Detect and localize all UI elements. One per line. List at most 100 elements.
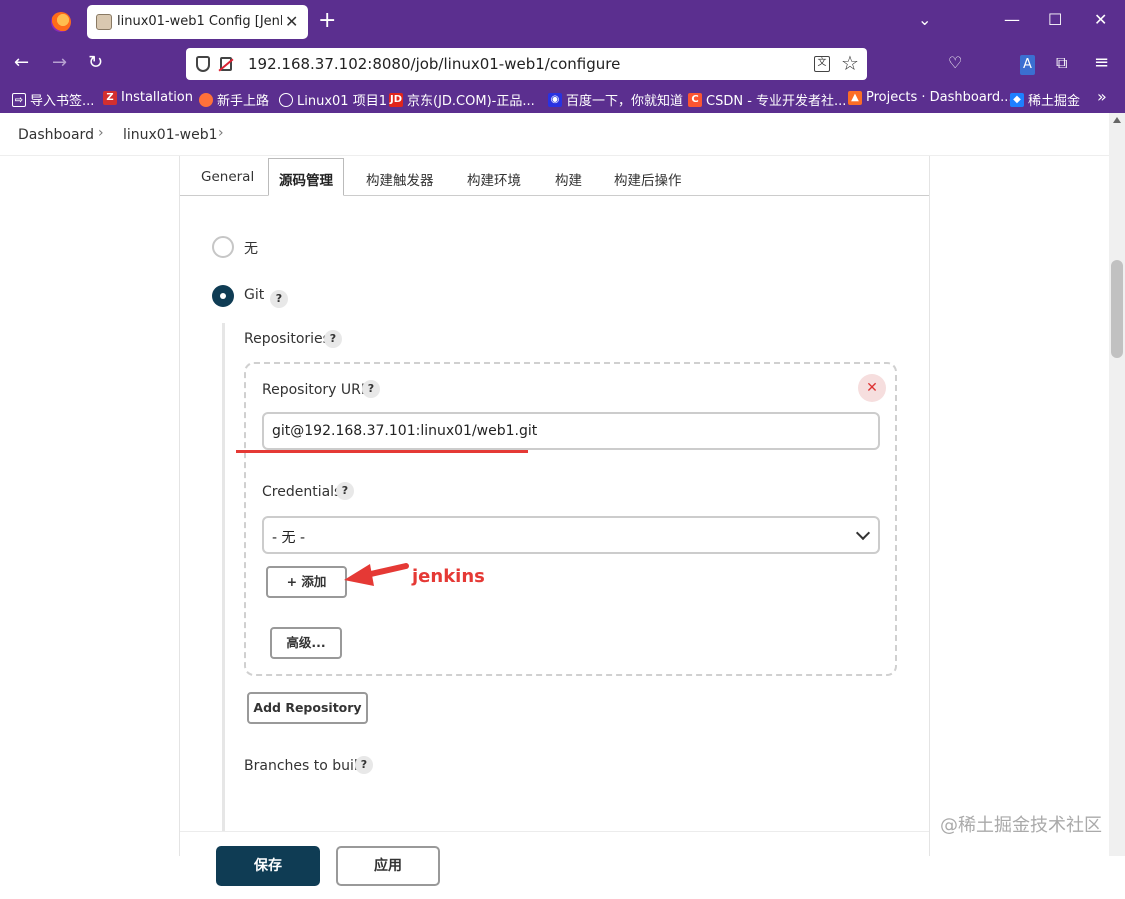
help-icon[interactable]: ?: [270, 290, 288, 308]
bookmark-label: 百度一下，你就知道: [566, 94, 684, 109]
tab-post-build-actions[interactable]: 构建后操作: [614, 169, 682, 189]
breadcrumb-job[interactable]: linux01-web1: [123, 127, 218, 143]
bookmarks-overflow-icon[interactable]: »: [1097, 87, 1107, 106]
translate-icon[interactable]: 文: [814, 56, 830, 72]
bookmark-juejin[interactable]: ◆ 稀土掘金: [1010, 90, 1080, 109]
chevron-right-icon[interactable]: ›: [218, 125, 224, 141]
new-tab-button[interactable]: +: [318, 9, 336, 33]
bookmark-label: 导入书签...: [30, 94, 95, 109]
jenkins-favicon-icon: [96, 14, 112, 30]
bookmark-label: CSDN - 专业开发者社...: [706, 94, 847, 109]
help-icon[interactable]: ?: [362, 380, 380, 398]
advanced-button[interactable]: 高级...: [270, 627, 342, 659]
help-icon[interactable]: ?: [355, 756, 373, 774]
bookmark-installation[interactable]: Z Installation: [103, 90, 193, 105]
globe-icon: [279, 92, 293, 107]
tab-title: linux01-web1 Config [Jenkins]: [117, 14, 282, 29]
footer-action-bar: 保存 应用: [180, 831, 929, 899]
annotation-underline: [236, 450, 528, 453]
config-tabs: General 源码管理 构建触发器 构建环境 构建 构建后操作: [180, 156, 929, 196]
add-credentials-label: 添加: [301, 574, 327, 589]
bookmark-getting-started[interactable]: 新手上路: [199, 90, 269, 109]
bookmarks-bar: ⇨ 导入书签... Z Installation 新手上路 Linux01 项目1 …: [0, 84, 1125, 113]
bookmark-label: 京东(JD.COM)-正品...: [407, 94, 535, 109]
help-icon[interactable]: ?: [324, 330, 342, 348]
delete-repository-icon[interactable]: ✕: [858, 374, 886, 402]
firefox-icon: [199, 92, 213, 107]
config-panel: General 源码管理 构建触发器 构建环境 构建 构建后操作 无 Git ?…: [179, 156, 930, 899]
annotation-arrow-icon: [344, 563, 409, 586]
scm-git-label: Git: [244, 287, 265, 303]
repositories-label: Repositories: [244, 331, 330, 347]
tab-general[interactable]: General: [201, 169, 254, 185]
chevron-down-icon: [855, 525, 871, 541]
breadcrumb: Dashboard › linux01-web1 ›: [0, 113, 1109, 156]
browser-tab[interactable]: linux01-web1 Config [Jenkins] ✕: [87, 5, 308, 39]
scm-git-radio[interactable]: [212, 285, 234, 307]
bookmark-label: Projects · Dashboard...: [866, 90, 1013, 105]
credentials-select[interactable]: - 无 -: [262, 516, 880, 554]
tab-build-triggers[interactable]: 构建触发器: [366, 169, 434, 189]
bookmark-baidu[interactable]: ◉ 百度一下，你就知道: [548, 90, 683, 109]
bookmark-label: 稀土掘金: [1028, 94, 1081, 109]
apply-button[interactable]: 应用: [336, 846, 440, 886]
scroll-thumb[interactable]: [1111, 260, 1123, 358]
bookmark-label: 新手上路: [217, 94, 270, 109]
url-text[interactable]: 192.168.37.102:8080/job/linux01-web1/con…: [248, 55, 620, 73]
scroll-up-icon[interactable]: [1113, 117, 1121, 123]
minimize-icon[interactable]: —: [1004, 10, 1020, 29]
juejin-icon: ◆: [1010, 92, 1024, 107]
chevron-right-icon: ›: [98, 125, 104, 141]
save-button[interactable]: 保存: [216, 846, 320, 886]
bookmark-csdn[interactable]: C CSDN - 专业开发者社...: [688, 90, 846, 109]
firefox-logo-icon[interactable]: [51, 12, 71, 32]
add-credentials-button[interactable]: + 添加: [266, 566, 347, 598]
tab-close-icon[interactable]: ✕: [285, 12, 298, 31]
address-bar[interactable]: 192.168.37.102:8080/job/linux01-web1/con…: [186, 48, 867, 80]
tab-build-environment[interactable]: 构建环境: [467, 169, 521, 189]
reload-icon[interactable]: ↻: [88, 53, 103, 73]
scm-none-label: 无: [244, 241, 258, 257]
bookmark-import[interactable]: ⇨ 导入书签...: [12, 90, 94, 109]
import-icon: ⇨: [12, 92, 26, 107]
browser-tab-strip: linux01-web1 Config [Jenkins] ✕ + ⌄ — ☐ …: [0, 0, 1125, 44]
back-icon[interactable]: ←: [14, 53, 29, 73]
bookmark-gitlab[interactable]: ▲ Projects · Dashboard...: [848, 90, 1013, 105]
pocket-icon[interactable]: ♡: [948, 53, 962, 73]
tracking-shield-icon[interactable]: [196, 56, 210, 72]
bookmark-label: Installation: [121, 90, 194, 105]
repository-url-input[interactable]: [262, 412, 880, 450]
maximize-icon[interactable]: ☐: [1048, 10, 1062, 29]
close-window-icon[interactable]: ✕: [1094, 10, 1107, 29]
gitlab-icon: ▲: [848, 90, 862, 105]
plus-icon: +: [286, 574, 302, 589]
help-icon[interactable]: ?: [336, 482, 354, 500]
extensions-icon[interactable]: ⧉: [1056, 53, 1067, 73]
breadcrumb-dashboard[interactable]: Dashboard: [18, 127, 94, 143]
scm-none-radio[interactable]: [212, 236, 234, 258]
credentials-select-value: - 无 -: [272, 530, 306, 546]
bookmark-label: Linux01 项目1: [297, 94, 387, 109]
page-scrollbar[interactable]: [1109, 113, 1125, 856]
tab-list-icon[interactable]: ⌄: [918, 10, 931, 29]
forward-icon[interactable]: →: [52, 53, 67, 73]
jenkins-page: Dashboard › linux01-web1 › General 源码管理 …: [0, 113, 1109, 899]
translate-extension-icon[interactable]: A: [1020, 55, 1035, 75]
jd-icon: JD: [389, 92, 403, 107]
bookmark-linux01[interactable]: Linux01 项目1: [279, 90, 387, 109]
credentials-label: Credentials: [262, 484, 342, 500]
tab-source-code-management[interactable]: 源码管理: [268, 158, 344, 196]
add-repository-button[interactable]: Add Repository: [247, 692, 368, 724]
bookmark-star-icon[interactable]: ☆: [841, 51, 859, 75]
tab-build[interactable]: 构建: [555, 169, 582, 189]
menu-icon[interactable]: ≡: [1094, 53, 1109, 73]
git-section-indent: [222, 323, 225, 856]
repository-entry: Repository URL ? ✕ Credentials ? - 无 - +…: [236, 362, 897, 676]
annotation-label: jenkins: [412, 566, 485, 587]
watermark: @稀土掘金技术社区: [940, 815, 1102, 836]
repository-url-label: Repository URL: [262, 382, 369, 398]
baidu-icon: ◉: [548, 92, 562, 107]
bookmark-jd[interactable]: JD 京东(JD.COM)-正品...: [389, 90, 535, 109]
insecure-lock-icon[interactable]: [220, 57, 232, 71]
branches-to-build-label: Branches to build: [244, 758, 367, 774]
